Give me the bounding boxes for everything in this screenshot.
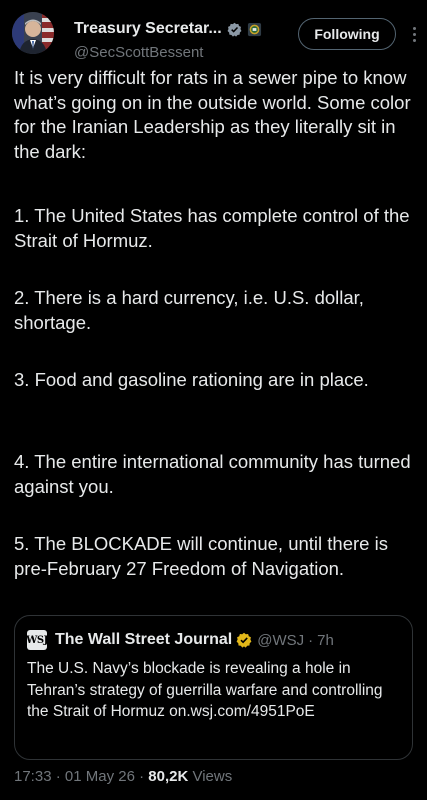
- tweet-paragraph-1: 1. The United States has complete contro…: [14, 205, 410, 251]
- verified-badge-icon: [227, 22, 242, 37]
- gold-verified-badge-icon: [236, 632, 252, 648]
- post-header: Treasury Secretar... @SecScottBessent Fo…: [12, 10, 418, 61]
- views-label: Views: [188, 768, 233, 785]
- author-handle[interactable]: @SecScottBessent: [74, 44, 203, 61]
- tweet-paragraph-intro: It is very difficult for rats in a sewer…: [14, 67, 411, 162]
- tweet-paragraph-2: 2. There is a hard currency, i.e. U.S. d…: [14, 287, 364, 333]
- quoted-author-handle[interactable]: @WSJ: [257, 632, 304, 649]
- author-display-name[interactable]: Treasury Secretar...: [74, 20, 222, 38]
- meta-separator: ·: [134, 768, 149, 785]
- quoted-tweet-card[interactable]: WSJ The Wall Street Journal @WSJ · 7h Th…: [14, 615, 413, 760]
- author-name-row: Treasury Secretar...: [74, 20, 262, 38]
- post-page: Treasury Secretar... @SecScottBessent Fo…: [0, 0, 427, 800]
- views-count: 80,2K: [148, 768, 189, 785]
- quoted-tweet-header: WSJ The Wall Street Journal @WSJ · 7h: [26, 630, 334, 650]
- following-button[interactable]: Following: [298, 18, 396, 50]
- person-avatar-icon[interactable]: [12, 12, 54, 54]
- tweet-paragraph-5: 5. The BLOCKADE will continue, until the…: [14, 533, 388, 579]
- quoted-author-name[interactable]: The Wall Street Journal: [55, 631, 232, 649]
- post-time[interactable]: 17:33: [14, 768, 52, 785]
- tweet-paragraph-4: 4. The entire international community ha…: [14, 451, 411, 497]
- more-options-icon[interactable]: [410, 24, 418, 46]
- meta-separator: ·: [51, 768, 65, 785]
- tweet-paragraph-3: 3. Food and gasoline rationing are in pl…: [14, 369, 369, 390]
- quoted-tweet-text: The U.S. Navy’s blockade is revealing a …: [27, 660, 383, 720]
- quoted-separator: ·: [308, 631, 314, 649]
- wsj-logo-icon: WSJ: [26, 630, 48, 650]
- quoted-timestamp[interactable]: 7h: [317, 632, 334, 649]
- post-date[interactable]: 01 May 26: [65, 768, 135, 785]
- post-meta-row: 17:33 · 01 May 26 · 80,2K Views: [14, 768, 232, 785]
- treasury-seal-icon: [247, 22, 261, 36]
